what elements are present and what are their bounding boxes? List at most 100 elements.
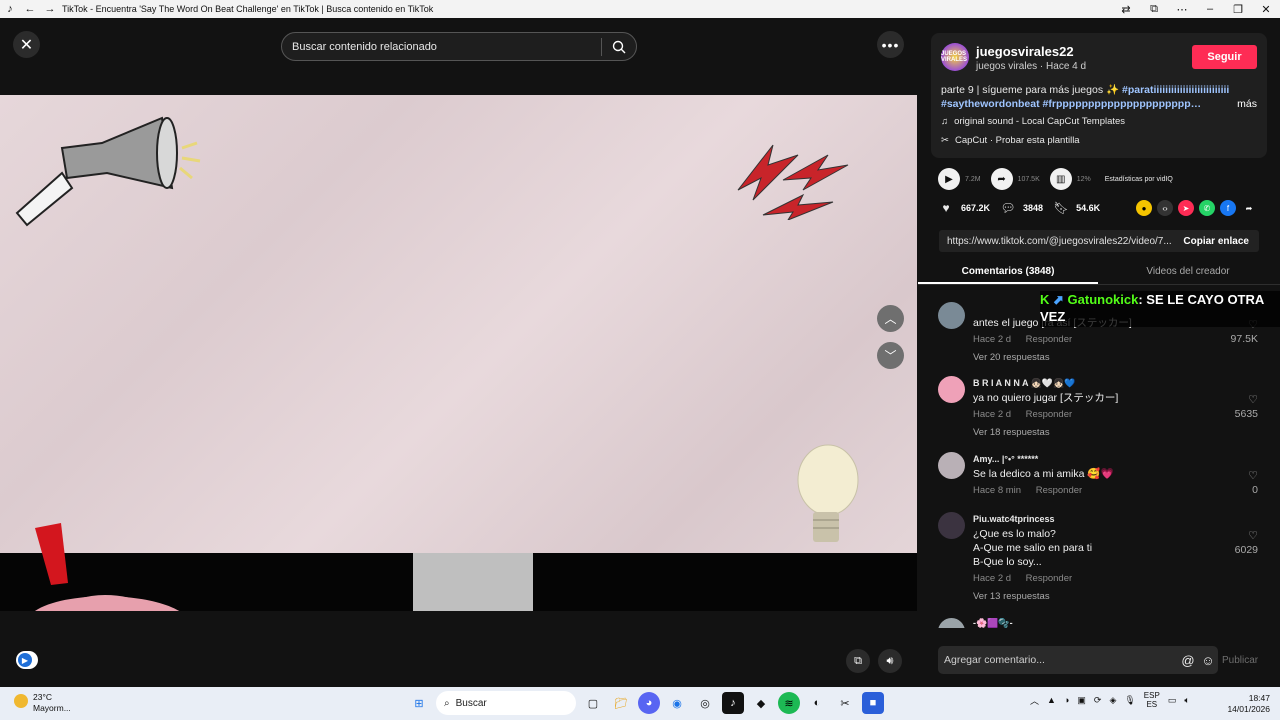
megaphone-sticker — [15, 116, 201, 227]
nvidia-icon[interactable]: ▲ — [1047, 695, 1056, 705]
tray-app-icon[interactable]: ◈ — [1109, 695, 1116, 706]
lang-bottom: ES — [1146, 700, 1158, 709]
forward-arrow-icon[interactable]: → — [44, 3, 56, 15]
share-icons: ● ‹› ➤ ✆ f ➦ — [1136, 200, 1257, 216]
comment-like[interactable]: ♡ 0 — [1208, 469, 1258, 496]
next-video-button[interactable]: ﹀ — [877, 342, 904, 369]
comment-avatar[interactable] — [938, 512, 965, 539]
close-video-button[interactable]: ✕ — [13, 31, 40, 58]
menu-dots-icon[interactable]: ⋯ — [1168, 3, 1196, 16]
app-icon[interactable]: ◎ — [694, 692, 716, 714]
tray-app-icon[interactable]: ◑ — [1064, 695, 1069, 705]
comment-like[interactable]: ♡ 6029 — [1208, 529, 1258, 556]
tab-comments[interactable]: Comentarios (3848) — [918, 261, 1098, 284]
task-view-icon[interactable]: ▢ — [582, 692, 604, 714]
reply-button[interactable]: Responder — [1026, 334, 1072, 345]
minimize-button[interactable]: – — [1196, 3, 1224, 15]
game-app-icon[interactable]: ◆ — [750, 692, 772, 714]
vidiq-label[interactable]: Estadísticas por vidIQ — [1105, 176, 1173, 183]
translate-icon[interactable]: ⇄ — [1112, 3, 1140, 16]
emoji-icon[interactable]: ☺ — [1198, 653, 1218, 668]
comment-like[interactable]: ♡ 5635 — [1208, 393, 1258, 420]
coin-share-icon[interactable]: ● — [1136, 200, 1152, 216]
close-window-button[interactable]: ✕ — [1252, 3, 1280, 16]
related-search-input[interactable] — [282, 40, 601, 53]
tiktok-icon[interactable]: ♪ — [722, 692, 744, 714]
add-comment-field[interactable]: Agregar comentario... @ ☺ — [938, 646, 1218, 674]
search-icon[interactable] — [602, 40, 636, 54]
maximize-button[interactable]: ❐ — [1224, 3, 1252, 16]
network-icon[interactable]: ▭ — [1168, 695, 1177, 706]
whatsapp-icon[interactable]: ✆ — [1199, 200, 1215, 216]
copy-link-button[interactable]: Copiar enlace — [1173, 236, 1259, 247]
comment-avatar[interactable] — [938, 618, 965, 628]
volume-tray-icon[interactable]: 🔈︎ — [1184, 695, 1189, 706]
comment-username[interactable]: -🌸🟪🫧- — [973, 618, 1013, 628]
heart-icon[interactable]: ♥ — [938, 200, 954, 216]
send-icon[interactable]: ➤ — [1178, 200, 1194, 216]
picture-in-picture-button[interactable]: ⧉ — [846, 649, 870, 673]
bookmark-icon[interactable]: 🔖︎ — [1053, 200, 1069, 216]
music-link[interactable]: ♫ original sound - Local CapCut Template… — [941, 116, 1125, 127]
microphone-icon[interactable]: 🎙︎ — [1124, 695, 1135, 706]
panel-tabs: Comentarios (3848) Videos del creador — [918, 261, 1280, 285]
more-description-button[interactable]: más — [1237, 97, 1257, 111]
capcut-template-link[interactable]: ✂ CapCut · Probar esta plantilla — [941, 135, 1080, 146]
comment-avatar[interactable] — [938, 376, 965, 403]
extensions-icon[interactable]: ⧉ — [1140, 3, 1168, 16]
reply-button[interactable]: Responder — [1026, 573, 1072, 584]
save-count: 54.6K — [1076, 203, 1101, 213]
taskbar-search[interactable]: ⌕ Buscar — [436, 691, 576, 715]
taskbar-clock[interactable]: 18:47 14/01/2026 — [1224, 693, 1270, 715]
anime-girl-sticker — [35, 595, 180, 611]
file-explorer-icon[interactable]: 📁︎ — [610, 692, 632, 714]
comment-username[interactable]: Piu.watc4tprincess — [973, 514, 1055, 524]
video-url[interactable]: https://www.tiktok.com/@juegosvirales22/… — [939, 236, 1173, 247]
avatar-logo-text: JUEGOS VIRALES — [941, 51, 968, 63]
volume-button[interactable]: 🔊︎ — [878, 649, 902, 673]
comment-time: Hace 2 d — [973, 334, 1012, 345]
mention-icon[interactable]: @ — [1178, 653, 1198, 668]
comment-avatar[interactable] — [938, 302, 965, 329]
author-subtitle: juegos virales · Hace 4 d — [976, 61, 1087, 72]
view-replies-button[interactable]: Ver 18 respuestas — [973, 427, 1050, 438]
heart-outline-icon: ♡ — [1248, 530, 1258, 542]
follow-button[interactable]: Seguir — [1192, 45, 1257, 69]
author-avatar[interactable]: JUEGOS VIRALES — [941, 43, 969, 71]
capcut-app-icon[interactable]: ✂ — [834, 692, 856, 714]
view-replies-button[interactable]: Ver 20 respuestas — [973, 352, 1050, 363]
input-language[interactable]: ESP ES — [1144, 691, 1160, 709]
publish-button[interactable]: Publicar — [1222, 655, 1258, 666]
spotify-icon[interactable]: ≋ — [778, 692, 800, 714]
autoplay-toggle[interactable]: ▶ — [16, 651, 38, 669]
windows-taskbar: 23°C Mayorm... ⊞ ⌕ Buscar ▢ 📁︎ ◕ ◉ ◎ ♪ ◆… — [0, 687, 1280, 720]
chrome-icon[interactable]: ◉ — [666, 692, 688, 714]
comment-username[interactable]: Amy... |°•° ****** — [973, 454, 1038, 464]
video-player[interactable] — [0, 95, 917, 611]
embed-code-icon[interactable]: ‹› — [1157, 200, 1173, 216]
hashtag-link[interactable]: #paratiiiiiiiiiiiiiiiiiiiiiiiiii — [1122, 84, 1229, 96]
tray-app-icon[interactable]: ▣ — [1077, 695, 1086, 706]
blue-app-icon[interactable]: ■ — [862, 692, 884, 714]
facebook-icon[interactable]: f — [1220, 200, 1236, 216]
reply-button[interactable]: Responder — [1036, 485, 1082, 496]
tray-chevron-icon[interactable]: ︿ — [1030, 694, 1039, 707]
reply-button[interactable]: Responder — [1026, 409, 1072, 420]
previous-video-button[interactable]: ︿ — [877, 305, 904, 332]
weather-widget[interactable]: 23°C Mayorm... — [14, 692, 71, 714]
hashtag-link[interactable]: #saythewordonbeat #frppppppppppppppppppp… — [941, 98, 1201, 110]
tray-app-icon[interactable]: ⟳ — [1094, 695, 1102, 706]
comment-icon[interactable]: 💬︎ — [1000, 200, 1016, 216]
comment-avatar[interactable] — [938, 452, 965, 479]
comment-username[interactable]: B R I A N N A 👧🏻🤍👧🏻💙 — [973, 378, 1076, 389]
windows-start-icon[interactable]: ⊞ — [408, 692, 430, 714]
discord-icon[interactable]: ◕ — [638, 692, 660, 714]
share-arrow-icon[interactable]: ➦ — [1241, 200, 1257, 216]
streaming-app-icon[interactable]: ◐ — [806, 692, 828, 714]
view-replies-button[interactable]: Ver 13 respuestas — [973, 591, 1050, 602]
more-options-button[interactable]: ••• — [877, 31, 904, 58]
author-username[interactable]: juegosvirales22 — [976, 44, 1074, 59]
back-arrow-icon[interactable]: ← — [24, 3, 36, 15]
tab-creator-videos[interactable]: Videos del creador — [1098, 261, 1278, 284]
play-count-icon: ▶ — [938, 168, 960, 190]
